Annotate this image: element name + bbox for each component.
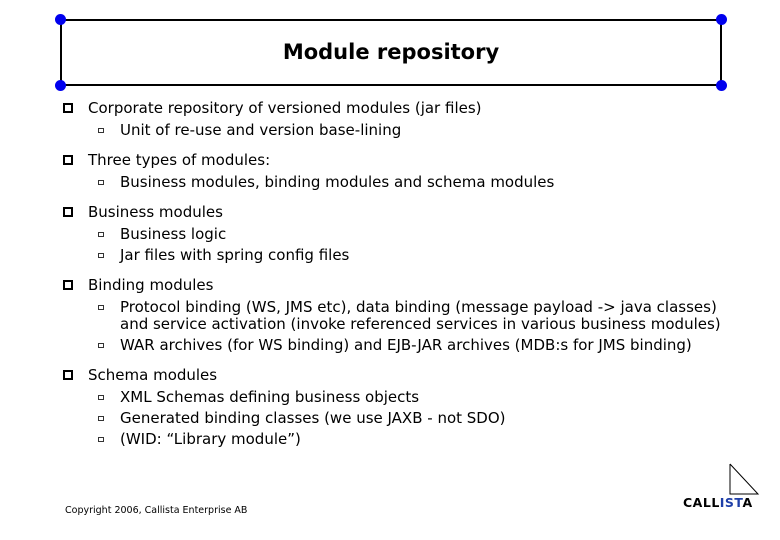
- callista-logo: CALLISTA: [680, 462, 770, 512]
- small-square-bullet-icon: [98, 416, 104, 421]
- sub-bullet-item: Unit of re-use and version base-lining: [63, 122, 723, 139]
- square-bullet-icon: [63, 103, 73, 113]
- small-square-bullet-icon: [98, 437, 104, 442]
- bullet-group: Corporate repository of versioned module…: [63, 100, 723, 139]
- small-square-bullet-icon: [98, 395, 104, 400]
- logo-wordmark: CALLISTA: [683, 495, 753, 510]
- triangle-logo-icon: [729, 463, 760, 495]
- bullet-group: Three types of modules: Business modules…: [63, 152, 723, 191]
- square-bullet-icon: [63, 155, 73, 165]
- bullet-item: Corporate repository of versioned module…: [63, 100, 723, 117]
- small-square-bullet-icon: [98, 180, 104, 185]
- bullet-group: Business modules Business logic Jar file…: [63, 204, 723, 264]
- sub-bullet-item: Generated binding classes (we use JAXB -…: [63, 410, 723, 427]
- sub-bullet-item: Protocol binding (WS, JMS etc), data bin…: [63, 299, 723, 333]
- resize-handle-top-right[interactable]: [716, 14, 727, 25]
- slide-body: Corporate repository of versioned module…: [63, 100, 723, 461]
- resize-handle-top-left[interactable]: [55, 14, 66, 25]
- sub-bullet-item: WAR archives (for WS binding) and EJB-JA…: [63, 337, 723, 354]
- copyright-footer: Copyright 2006, Callista Enterprise AB: [65, 505, 248, 516]
- square-bullet-icon: [63, 207, 73, 217]
- sub-bullet-item: XML Schemas defining business objects: [63, 389, 723, 406]
- bullet-item: Business modules: [63, 204, 723, 221]
- square-bullet-icon: [63, 370, 73, 380]
- sub-bullet-item: Jar files with spring config files: [63, 247, 723, 264]
- small-square-bullet-icon: [98, 128, 104, 133]
- bullet-item: Binding modules: [63, 277, 723, 294]
- small-square-bullet-icon: [98, 232, 104, 237]
- small-square-bullet-icon: [98, 343, 104, 348]
- bullet-item: Schema modules: [63, 367, 723, 384]
- sub-bullet-item: Business modules, binding modules and sc…: [63, 174, 723, 191]
- small-square-bullet-icon: [98, 253, 104, 258]
- resize-handle-bottom-left[interactable]: [55, 80, 66, 91]
- resize-handle-bottom-right[interactable]: [716, 80, 727, 91]
- bullet-item: Three types of modules:: [63, 152, 723, 169]
- slide-title: Module repository: [282, 39, 500, 64]
- bullet-group: Binding modules Protocol binding (WS, JM…: [63, 277, 723, 354]
- title-placeholder[interactable]: Module repository: [55, 14, 727, 91]
- square-bullet-icon: [63, 280, 73, 290]
- sub-bullet-item: (WID: “Library module”): [63, 431, 723, 448]
- small-square-bullet-icon: [98, 305, 104, 310]
- bullet-group: Schema modules XML Schemas defining busi…: [63, 367, 723, 448]
- sub-bullet-item: Business logic: [63, 226, 723, 243]
